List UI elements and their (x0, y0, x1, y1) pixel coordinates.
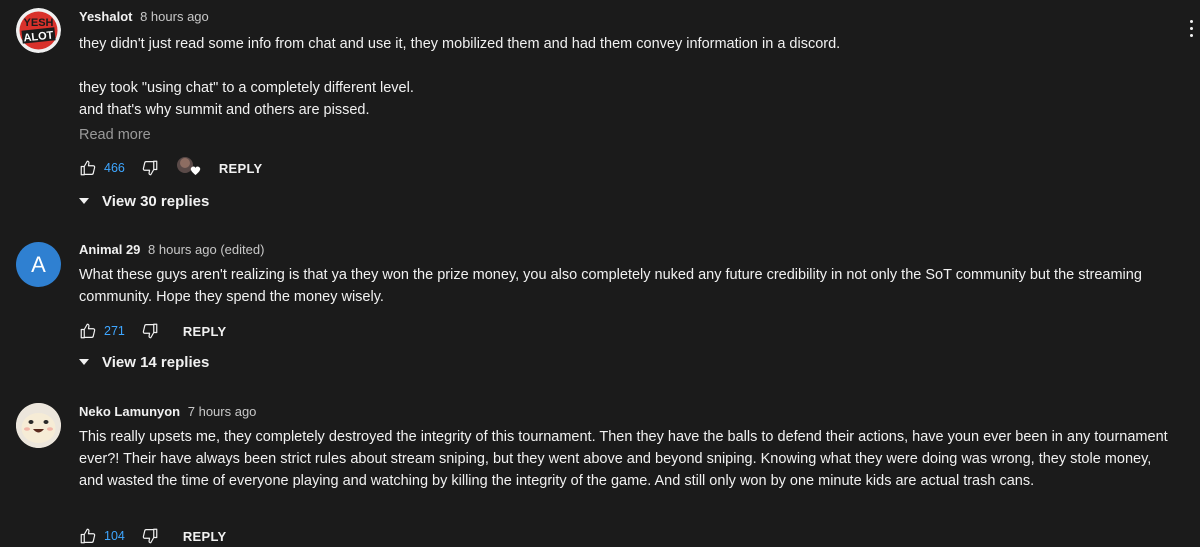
like-count: 466 (104, 161, 125, 175)
comment-header: Neko Lamunyon 7 hours ago (79, 403, 1170, 421)
comment-actions: 104 REPLY (79, 526, 227, 546)
timestamp[interactable]: 8 hours ago (140, 9, 209, 24)
avatar-letter: A (31, 251, 46, 277)
view-replies-button[interactable]: View 14 replies (79, 351, 209, 373)
read-more-link[interactable]: Read more (79, 127, 1170, 143)
comment-paragraph: What these guys aren't realizing is that… (79, 267, 1142, 305)
comment-paragraph: they took "using chat" to a completely d… (79, 80, 414, 96)
thumbs-up-icon[interactable] (79, 322, 97, 340)
avatar[interactable] (16, 403, 61, 448)
avatar[interactable]: A (16, 242, 61, 287)
thumbs-down-icon[interactable] (141, 527, 159, 545)
author-name[interactable]: Yeshalot (79, 9, 132, 24)
comment-header: Yeshalot 8 hours ago (79, 8, 1170, 26)
author-name[interactable]: Animal 29 (79, 242, 140, 257)
comment-paragraph: they didn't just read some info from cha… (79, 36, 841, 52)
comment-text: This really upsets me, they completely d… (79, 426, 1169, 492)
like-count: 104 (104, 529, 125, 543)
comment-paragraph (79, 55, 1170, 77)
comment-paragraph: This really upsets me, they completely d… (79, 429, 1168, 489)
comment-text: they didn't just read some info from cha… (79, 33, 1170, 121)
more-vert-icon[interactable] (1190, 20, 1194, 41)
view-replies-label: View 30 replies (102, 192, 210, 210)
comment-paragraph: and that's why summit and others are pis… (79, 102, 370, 118)
reply-button[interactable]: REPLY (183, 529, 227, 544)
view-replies-label: View 14 replies (102, 353, 210, 371)
triangle-down-icon (79, 359, 89, 365)
view-replies-button[interactable]: View 30 replies (79, 190, 209, 212)
reply-button[interactable]: REPLY (183, 324, 227, 339)
avatar[interactable]: YESH ALOT (16, 8, 61, 53)
thumbs-down-icon[interactable] (141, 322, 159, 340)
neko-face-avatar-icon (16, 403, 61, 448)
like-count: 271 (104, 324, 125, 338)
author-name[interactable]: Neko Lamunyon (79, 404, 180, 419)
thumbs-up-icon[interactable] (79, 527, 97, 545)
yeshalot-avatar-icon: YESH ALOT (16, 8, 61, 53)
timestamp[interactable]: 7 hours ago (188, 404, 257, 419)
creator-heart-icon (175, 156, 201, 180)
comment-text: What these guys aren't realizing is that… (79, 264, 1149, 308)
timestamp[interactable]: 8 hours ago (edited) (148, 242, 264, 257)
triangle-down-icon (79, 198, 89, 204)
comment-actions: 271 REPLY (79, 321, 227, 341)
comment-actions: 466 REPLY (79, 156, 263, 180)
reply-button[interactable]: REPLY (219, 161, 263, 176)
comment-header: Animal 29 8 hours ago (edited) (79, 241, 1170, 259)
thumbs-up-icon[interactable] (79, 159, 97, 177)
thumbs-down-icon[interactable] (141, 159, 159, 177)
svg-text:YESH: YESH (24, 17, 54, 29)
